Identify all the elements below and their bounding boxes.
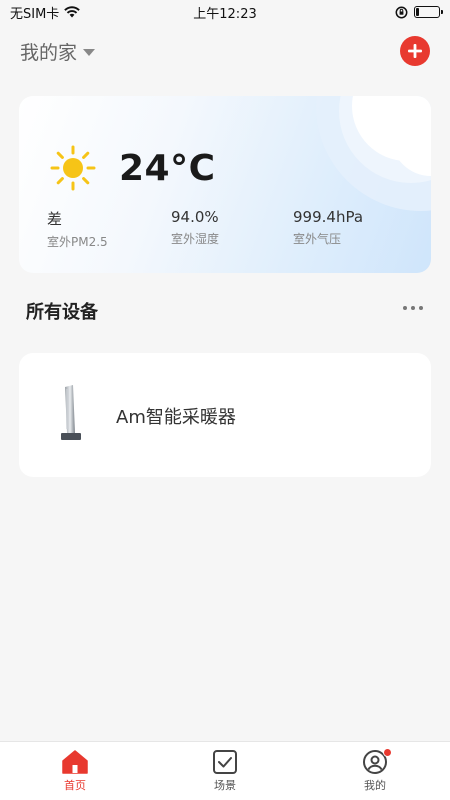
stat-value: 999.4hPa — [293, 208, 364, 226]
stat-pressure: 999.4hPa 室外气压 — [293, 208, 363, 247]
device-name: Am智能采暖器 — [116, 407, 236, 428]
stat-label: 室外湿度 — [171, 232, 220, 246]
status-left: 无SIM卡 — [10, 3, 81, 22]
wifi-icon — [64, 6, 81, 18]
more-dots-icon[interactable] — [403, 302, 423, 314]
battery-icon — [414, 6, 443, 18]
battery-level — [416, 8, 419, 16]
stat-label: 室外PM2.5 — [47, 235, 108, 249]
device-card[interactable]: Am智能采暖器 — [19, 353, 431, 477]
home-name: 我的家 — [20, 41, 78, 64]
header: 我的家 — [0, 30, 450, 72]
stat-value: 差 — [47, 210, 63, 228]
tab-bar: 首页 场景 我的 — [0, 741, 450, 800]
temperature: 24°C — [119, 147, 216, 189]
tab-home[interactable]: 首页 — [0, 742, 150, 800]
tab-label: 首页 — [64, 779, 86, 792]
tab-scene[interactable]: 场景 — [150, 742, 300, 800]
tab-label: 场景 — [214, 779, 236, 792]
home-icon — [62, 750, 88, 774]
carrier-text: 无SIM卡 — [10, 6, 60, 22]
dot — [419, 306, 423, 310]
add-button[interactable] — [400, 36, 430, 66]
orientation-lock-icon — [395, 6, 408, 18]
status-right — [395, 6, 443, 19]
heater-icon — [61, 385, 81, 440]
dot — [411, 306, 415, 310]
plus-icon — [408, 44, 422, 58]
dot — [403, 306, 407, 310]
stat-pm25: 差 室外PM2.5 — [47, 208, 108, 250]
stat-value: 94.0% — [171, 208, 219, 226]
tab-profile[interactable]: 我的 — [300, 742, 450, 800]
scene-check-icon — [213, 750, 237, 774]
home-selector[interactable]: 我的家 — [20, 38, 96, 65]
weather-card: 24°C 差 室外PM2.5 94.0% 室外湿度 999.4hPa 室外气压 — [19, 96, 431, 273]
stat-label: 室外气压 — [293, 232, 342, 246]
stat-humidity: 94.0% 室外湿度 — [171, 208, 219, 247]
weather-main: 24°C — [49, 144, 216, 192]
sun-icon — [50, 145, 96, 191]
cloud-decoration — [316, 96, 431, 211]
status-bar: 无SIM卡 上午12:23 — [0, 0, 450, 24]
section-title: 所有设备 — [26, 302, 98, 323]
caret-down-icon — [83, 49, 96, 56]
notification-badge — [383, 748, 392, 757]
tab-label: 我的 — [364, 779, 386, 792]
